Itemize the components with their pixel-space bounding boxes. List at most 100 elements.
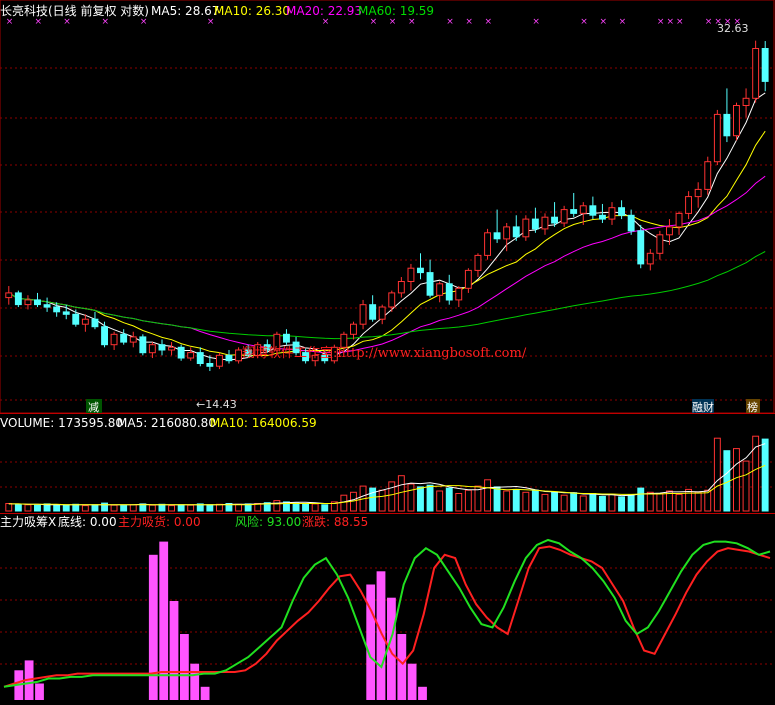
indicator-name: 主力吸筹X: [0, 515, 56, 529]
absorb-bar: [200, 686, 210, 700]
volume-bars: [5, 435, 769, 512]
top-marker-x: ×: [140, 17, 148, 27]
top-marker-x: ×: [207, 17, 215, 27]
volume-bar-up: [388, 481, 396, 512]
candle-down: [589, 205, 597, 216]
top-marker-x: ×: [63, 17, 71, 27]
candle-down: [72, 313, 80, 325]
absorb-bar: [148, 554, 158, 700]
volume-bar-up: [608, 493, 616, 512]
ma20-line: [8, 175, 766, 354]
volume-label: VOLUME: 173595.80: [0, 416, 123, 430]
candle-up: [666, 226, 673, 236]
absorb-bar: [376, 571, 386, 700]
volume-bar-up: [646, 491, 654, 512]
volume-bar-up: [733, 448, 740, 512]
tag-list: 榜: [746, 399, 760, 414]
candle-down: [196, 352, 204, 365]
volume-bar-up: [522, 491, 530, 512]
volume-bar-down: [62, 504, 70, 512]
volume-bar-down: [417, 486, 424, 512]
volume-bar-up: [407, 483, 415, 512]
top-marker-x: ×: [619, 17, 627, 27]
volume-bar-up: [560, 494, 568, 512]
candle-up: [148, 344, 156, 354]
candle-down: [120, 333, 128, 343]
candle-down: [91, 318, 99, 328]
ma10-label: MA10: 26.30: [214, 4, 290, 18]
absorb-bar: [169, 601, 179, 700]
indicator-bottom: 底线: 0.00: [58, 514, 117, 529]
candle-up: [646, 252, 654, 265]
volume-bar-down: [302, 503, 310, 512]
volume-bar-up: [340, 494, 348, 512]
volume-bar-up: [675, 493, 683, 512]
volume-bar-down: [34, 504, 41, 512]
candle-up: [704, 161, 712, 190]
candle-down: [599, 214, 606, 220]
volume-bar-down: [369, 487, 377, 512]
volume-bar-up: [436, 490, 444, 512]
volume-bar-down: [570, 492, 578, 512]
top-marker-x: ×: [446, 17, 454, 27]
high-price-label: 32.63: [717, 22, 749, 35]
candle-up: [541, 216, 549, 230]
candle-down: [139, 336, 147, 354]
top-markers: × × × × × × × × × × × × × × × × × × × × × × × ×: [6, 17, 741, 27]
candle-up: [455, 287, 463, 301]
candle-down: [14, 292, 22, 306]
volume-bar-up: [168, 505, 176, 512]
volume-bar-down: [493, 486, 501, 512]
top-marker-x: ×: [370, 17, 378, 27]
candle-down: [225, 354, 233, 362]
volume-bar-up: [5, 503, 13, 512]
top-marker-x: ×: [389, 17, 397, 27]
volume-ma5-label: MA5: 216080.80: [117, 416, 216, 430]
volume-bar-down: [72, 503, 80, 512]
candle-down: [445, 283, 453, 301]
volume-bar-down: [637, 487, 645, 512]
candle-down: [627, 214, 635, 232]
candle-up: [522, 218, 530, 238]
moving-average-lines: [8, 92, 766, 361]
indicator-absorb: 主力吸货: 0.00: [118, 514, 201, 529]
candle-up: [436, 283, 444, 296]
candle-up: [187, 352, 195, 359]
volume-bar-down: [599, 495, 606, 512]
volume-bar-down: [14, 503, 22, 512]
volume-bar-down: [445, 487, 453, 512]
candle-up: [503, 226, 511, 240]
top-marker-x: ×: [599, 17, 607, 27]
absorb-bar: [407, 663, 417, 700]
candle-up: [235, 349, 243, 362]
candle-up: [656, 234, 664, 254]
top-marker-x: ×: [666, 17, 674, 27]
stock-chart[interactable]: × × × × × × × × × × × × × × × × × × × × × × × × 长亮科技(日线 前复权 对数)…: [0, 0, 775, 705]
volume-ma10-label: MA10: 164006.59: [210, 416, 317, 430]
volume-bar-up: [81, 505, 89, 512]
volume-bar-up: [713, 437, 721, 512]
svg-text:融财: 融财: [692, 400, 714, 414]
candle-up: [560, 209, 568, 224]
candle-down: [43, 304, 51, 308]
top-marker-x: ×: [465, 17, 473, 27]
top-marker-x: ×: [322, 17, 330, 27]
candle-down: [761, 48, 769, 82]
volume-bar-up: [311, 503, 319, 512]
price-title: 长亮科技(日线 前复权 对数): [0, 3, 149, 18]
volume-bar-down: [321, 504, 329, 512]
volume-bar-up: [273, 500, 281, 512]
candle-down: [53, 306, 61, 313]
volume-bar-down: [618, 496, 625, 512]
candle-up: [742, 97, 750, 107]
candle-down: [417, 267, 424, 274]
volume-grid: [0, 461, 775, 488]
candle-down: [177, 346, 185, 359]
ma5-line: [8, 92, 766, 361]
volume-bar-down: [589, 493, 597, 512]
candle-down: [426, 272, 434, 296]
watermark: 翔博软件工作室:http://www.xiangbosoft.com/: [242, 345, 527, 361]
volume-bar-up: [187, 504, 195, 512]
indicator-risk: 风险: 93.00: [235, 514, 301, 529]
candle-up: [694, 188, 702, 198]
